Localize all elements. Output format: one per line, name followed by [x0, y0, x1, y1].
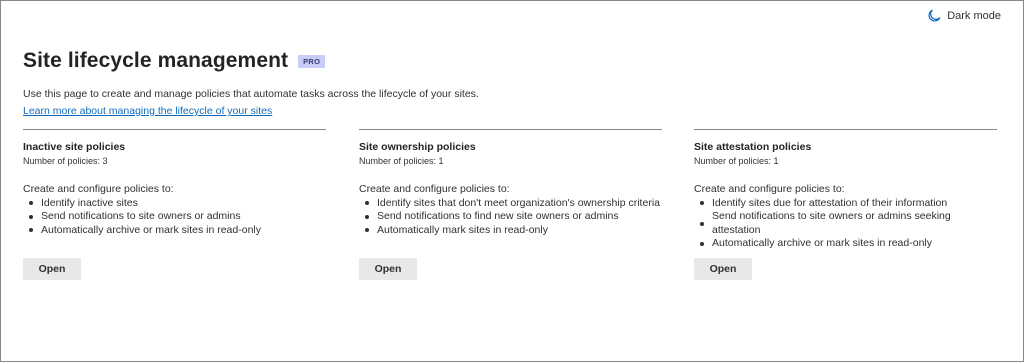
bullet-icon [29, 214, 33, 219]
moon-icon [927, 9, 941, 23]
list-item: Send notifications to site owners or adm… [700, 210, 997, 237]
card-intro: Create and configure policies to: [359, 183, 510, 195]
list-item-text: Automatically archive or mark sites in r… [712, 237, 932, 249]
learn-more-link[interactable]: Learn more about managing the lifecycle … [23, 105, 272, 117]
bullet-icon [700, 201, 704, 206]
card-title: Inactive site policies [23, 141, 126, 153]
list-item-text: Identify sites that don't meet organizat… [377, 196, 660, 209]
open-inactive-policies-button[interactable]: Open [23, 258, 81, 280]
policy-count: Number of policies: 3 [23, 156, 108, 166]
list-item-text: Automatically mark sites in read-only [377, 223, 548, 236]
bullet-icon [700, 221, 704, 226]
title-row: Site lifecycle management PRO [23, 49, 1003, 73]
card-bullet-list: Identify sites that don't meet organizat… [359, 197, 662, 238]
card-intro: Create and configure policies to: [23, 183, 174, 195]
list-item-text: Send notifications to site owners or adm… [41, 210, 241, 222]
list-item: Send notifications to find new site owne… [365, 210, 662, 224]
bullet-icon [29, 201, 33, 206]
open-ownership-policies-button[interactable]: Open [359, 258, 417, 280]
list-item-text: Identify sites due for attestation of th… [712, 196, 948, 209]
bullet-icon [365, 228, 369, 233]
card-inactive-site-policies: Inactive site policies Number of policie… [23, 129, 326, 280]
bullet-icon [365, 214, 369, 219]
list-item: Automatically archive or mark sites in r… [29, 224, 326, 238]
list-item: Identify inactive sites [29, 197, 326, 211]
open-attestation-policies-button[interactable]: Open [694, 258, 752, 280]
card-site-ownership-policies: Site ownership policies Number of polici… [359, 129, 662, 280]
list-item-text: Identify inactive sites [41, 196, 138, 209]
list-item: Send notifications to site owners or adm… [29, 210, 326, 224]
list-item: Identify sites due for attestation of th… [700, 197, 997, 211]
list-item-text: Send notifications to site owners or adm… [712, 210, 951, 236]
bullet-icon [365, 201, 369, 206]
page-header: Site lifecycle management PRO Use this p… [23, 49, 1003, 119]
card-bullet-list: Identify inactive sites Send notificatio… [23, 197, 326, 238]
list-item-text: Automatically archive or mark sites in r… [41, 223, 261, 236]
dark-mode-label: Dark mode [947, 10, 1001, 22]
pro-badge: PRO [298, 55, 326, 68]
policy-count: Number of policies: 1 [694, 156, 779, 166]
bullet-icon [700, 241, 704, 246]
list-item: Identify sites that don't meet organizat… [365, 197, 662, 211]
page-title: Site lifecycle management [23, 49, 289, 72]
dark-mode-toggle[interactable]: Dark mode [927, 9, 1001, 23]
policy-cards: Inactive site policies Number of policie… [23, 129, 998, 289]
list-item: Automatically mark sites in read-only [365, 224, 662, 238]
page-frame: Dark mode Site lifecycle management PRO … [0, 0, 1024, 362]
card-title: Site ownership policies [359, 141, 476, 153]
bullet-icon [29, 228, 33, 233]
card-intro: Create and configure policies to: [694, 183, 845, 195]
card-title: Site attestation policies [694, 141, 812, 153]
card-site-attestation-policies: Site attestation policies Number of poli… [694, 129, 997, 280]
card-bullet-list: Identify sites due for attestation of th… [694, 197, 997, 251]
list-item: Automatically archive or mark sites in r… [700, 237, 997, 251]
list-item-text: Send notifications to find new site owne… [377, 210, 619, 222]
page-description: Use this page to create and manage polic… [23, 88, 479, 100]
policy-count: Number of policies: 1 [359, 156, 444, 166]
